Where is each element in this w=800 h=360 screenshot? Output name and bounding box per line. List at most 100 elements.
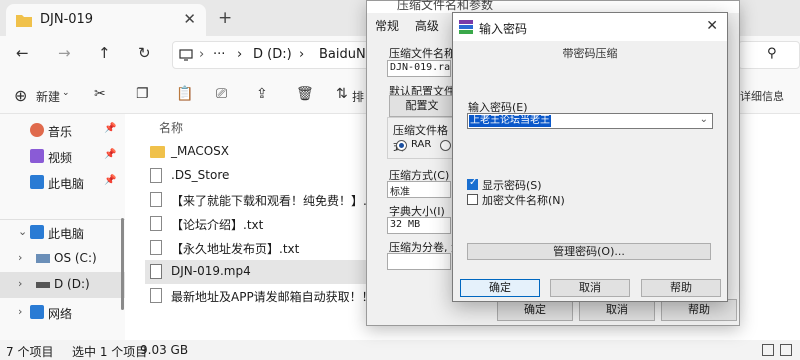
winrar-icon bbox=[459, 20, 473, 34]
sidebar-item-this-pc[interactable]: ⌄ 此电脑 bbox=[0, 220, 125, 246]
manage-passwords-button[interactable]: 管理密码(O)... bbox=[467, 243, 711, 260]
sidebar-item-label: 此电脑 bbox=[48, 227, 85, 241]
sidebar-item-label: 此电脑 bbox=[48, 177, 85, 191]
new-tab-icon[interactable]: + bbox=[218, 8, 232, 28]
sidebar-item-this-pc-pinned[interactable]: 此电脑 📌 bbox=[0, 170, 125, 196]
close-icon[interactable]: ✕ bbox=[706, 18, 718, 34]
computer-icon bbox=[30, 225, 44, 239]
close-tab-icon[interactable]: ✕ bbox=[183, 10, 196, 28]
format-rar-label: RAR bbox=[411, 139, 432, 150]
sidebar-item-videos[interactable]: 视频 📌 bbox=[0, 144, 125, 170]
rename-icon[interactable]: ⎚ bbox=[216, 86, 227, 102]
sidebar-item-label: OS (C:) bbox=[54, 251, 97, 265]
sidebar-item-network[interactable]: › 网络 bbox=[0, 300, 125, 326]
chevron-down-icon[interactable]: ⌄ bbox=[62, 88, 70, 98]
chevron-right-icon[interactable]: › bbox=[18, 305, 22, 318]
archive-format-group: 压缩文件格式 RAR bbox=[387, 117, 457, 159]
sidebar-scrollbar[interactable] bbox=[121, 218, 124, 310]
file-name: _MACOSX bbox=[171, 144, 230, 158]
drive-icon bbox=[36, 282, 50, 288]
music-icon bbox=[30, 123, 44, 137]
search-input[interactable]: ⚲ bbox=[738, 41, 800, 69]
ok-button[interactable]: 确定 bbox=[460, 279, 540, 297]
breadcrumb-chevron-icon: › bbox=[299, 47, 305, 62]
address-bar[interactable]: › ··· › D (D:) › BaiduNet bbox=[172, 41, 379, 69]
text-file-icon bbox=[150, 192, 162, 207]
method-select[interactable]: 标准 bbox=[387, 181, 451, 198]
help-button[interactable]: 帮助 bbox=[641, 279, 721, 297]
help-button-back[interactable]: 帮助 bbox=[661, 299, 737, 321]
cancel-button-back[interactable]: 取消 bbox=[579, 299, 655, 321]
sidebar-item-music[interactable]: 音乐 📌 bbox=[0, 118, 125, 144]
tab-advanced[interactable]: 高级 bbox=[415, 19, 439, 33]
details-button[interactable]: 详细信息 bbox=[740, 88, 784, 104]
file-icon bbox=[150, 168, 162, 183]
encrypt-names-checkbox[interactable] bbox=[467, 194, 478, 205]
chevron-right-icon[interactable]: › bbox=[18, 277, 22, 290]
sidebar-item-label: 音乐 bbox=[48, 125, 73, 139]
up-arrow-icon[interactable]: ↑ bbox=[98, 44, 111, 62]
show-password-label: 显示密码(S) bbox=[482, 179, 542, 192]
sidebar-item-os-c[interactable]: › OS (C:) bbox=[0, 246, 125, 272]
tab-general[interactable]: 常规 bbox=[375, 19, 399, 33]
forward-arrow-icon[interactable]: → bbox=[58, 44, 71, 62]
text-file-icon bbox=[150, 240, 162, 255]
sort-button[interactable]: 排 bbox=[352, 88, 364, 105]
new-button[interactable]: 新建 bbox=[36, 88, 60, 105]
sidebar-item-d-drive[interactable]: › D (D:) bbox=[0, 272, 125, 298]
delete-icon[interactable]: 🗑 bbox=[296, 86, 314, 102]
more-path-icon[interactable]: ··· bbox=[213, 47, 225, 62]
password-dialog-title: 输入密码 bbox=[479, 22, 528, 36]
cancel-button[interactable]: 取消 bbox=[550, 279, 630, 297]
split-volumes-field[interactable] bbox=[387, 253, 451, 270]
sort-icon[interactable]: ⇅ bbox=[336, 86, 348, 102]
folder-icon bbox=[16, 15, 32, 27]
copy-icon[interactable]: ❐ bbox=[136, 86, 149, 102]
format-zip-radio[interactable] bbox=[440, 140, 451, 151]
paste-icon[interactable]: 📋 bbox=[176, 86, 193, 102]
explorer-tab[interactable]: DJN-019 ✕ bbox=[6, 4, 206, 36]
password-input[interactable]: 上老王论坛当老王 ⌄ bbox=[467, 113, 713, 129]
chevron-down-icon[interactable]: ⌄ bbox=[700, 114, 708, 125]
profiles-button[interactable]: 配置文 bbox=[389, 95, 455, 117]
status-item-count: 7 个项目 bbox=[6, 345, 54, 359]
refresh-icon[interactable]: ↻ bbox=[138, 44, 151, 62]
dialog-tabs: 常规 高级 bbox=[375, 17, 451, 34]
video-icon bbox=[30, 149, 44, 163]
dictionary-select[interactable]: 32 MB bbox=[387, 217, 451, 234]
chevron-right-icon[interactable]: › bbox=[18, 251, 22, 264]
sidebar-item-label: 视频 bbox=[48, 151, 73, 165]
pin-icon: 📌 bbox=[104, 175, 117, 186]
search-icon: ⚲ bbox=[767, 46, 777, 61]
tab-title: DJN-019 bbox=[40, 12, 94, 27]
status-bar: 7 个项目 选中 1 个项目 9.03 GB bbox=[0, 340, 800, 360]
status-selected: 选中 1 个项目 bbox=[72, 345, 148, 359]
archive-name-field[interactable]: DJN-019.rar bbox=[387, 60, 451, 77]
breadcrumb-chevron-icon: › bbox=[237, 47, 243, 62]
cut-icon[interactable]: ✂ bbox=[94, 86, 106, 102]
details-view-icon[interactable] bbox=[762, 344, 774, 356]
folder-icon bbox=[150, 146, 165, 158]
file-name: .DS_Store bbox=[171, 168, 230, 182]
pin-icon: 📌 bbox=[104, 123, 117, 134]
tiles-view-icon[interactable] bbox=[780, 344, 792, 356]
chevron-down-icon[interactable]: ⌄ bbox=[18, 225, 27, 238]
breadcrumb-drive[interactable]: D (D:) bbox=[253, 47, 292, 62]
column-header-name[interactable]: 名称 bbox=[159, 119, 183, 136]
password-dialog-subtitle: 带密码压缩 bbox=[562, 47, 618, 60]
breadcrumb-chevron-icon: › bbox=[199, 47, 205, 62]
new-plus-icon: ⊕ bbox=[14, 86, 28, 105]
file-name: 【永久地址发布页】.txt bbox=[171, 242, 300, 256]
ok-button-back[interactable]: 确定 bbox=[497, 299, 573, 321]
share-icon[interactable]: ⇪ bbox=[256, 86, 268, 102]
sidebar-item-label: D (D:) bbox=[54, 277, 90, 291]
show-password-checkbox[interactable] bbox=[467, 177, 478, 190]
format-rar-radio[interactable] bbox=[396, 140, 407, 151]
file-name: 【来了就能下载和观看！纯免费！】.txt bbox=[171, 194, 384, 208]
encrypt-names-label: 加密文件名称(N) bbox=[482, 194, 565, 207]
video-file-icon bbox=[150, 264, 162, 279]
password-dialog: 输入密码 ✕ 带密码压缩 输入密码(E) 上老王论坛当老王 ⌄ 显示密码(S) … bbox=[452, 12, 728, 302]
back-arrow-icon[interactable]: ← bbox=[16, 44, 29, 62]
password-value: 上老王论坛当老王 bbox=[469, 115, 551, 127]
file-name: DJN-019.mp4 bbox=[171, 264, 251, 278]
